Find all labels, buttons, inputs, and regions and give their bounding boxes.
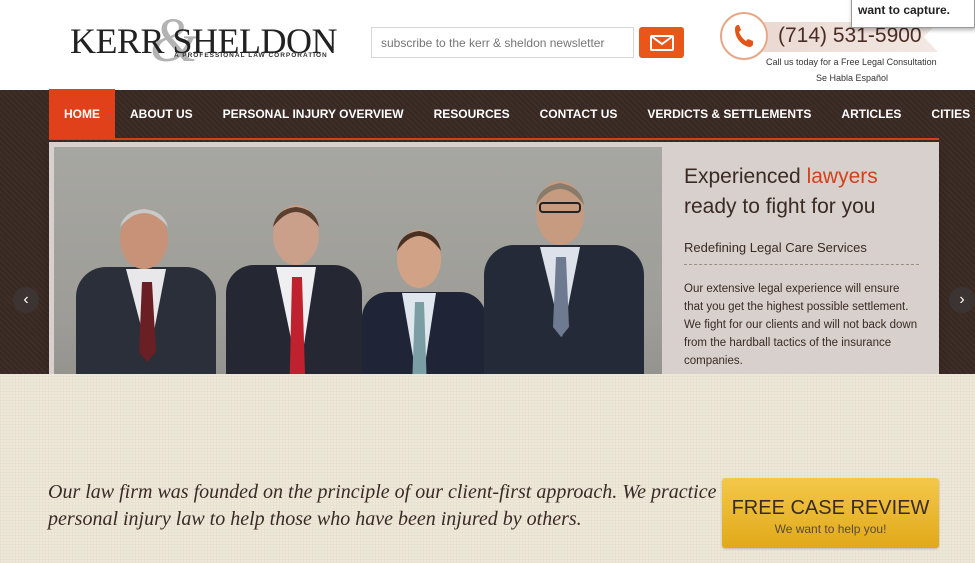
slide-body: Our extensive legal experience will ensu… bbox=[684, 283, 918, 367]
nav-item-home[interactable]: HOME bbox=[49, 89, 115, 139]
slider-next-button[interactable]: › bbox=[949, 287, 975, 313]
nav-item-verdicts-settlements[interactable]: VERDICTS & SETTLEMENTS bbox=[632, 89, 826, 139]
nav-item-resources[interactable]: RESOURCES bbox=[419, 89, 525, 139]
slider-prev-button[interactable]: ‹ bbox=[13, 287, 39, 313]
newsletter-submit-button[interactable] bbox=[639, 27, 684, 58]
main-nav: HOME ABOUT US PERSONAL INJURY OVERVIEW R… bbox=[49, 89, 970, 140]
cta-subtitle: We want to help you! bbox=[774, 522, 887, 536]
nav-item-contact-us[interactable]: CONTACT US bbox=[525, 89, 633, 139]
phone-call-text: Call us today for a Free Legal Consultat… bbox=[766, 57, 937, 67]
mail-icon bbox=[649, 34, 674, 51]
slide-heading-part1: Experienced bbox=[684, 165, 807, 188]
nav-item-articles[interactable]: ARTICLES bbox=[826, 89, 916, 139]
phone-icon bbox=[735, 25, 753, 47]
logo[interactable]: & KERR SHELDON A PROFESSIONAL LAW CORPOR… bbox=[70, 7, 338, 75]
slide-caption: Experienced lawyers ready to fight for y… bbox=[684, 162, 919, 370]
free-case-review-button[interactable]: FREE CASE REVIEW We want to help you! bbox=[722, 478, 939, 548]
slide-subheading: Redefining Legal Care Services bbox=[684, 240, 919, 265]
nav-item-cities[interactable]: CITIES bbox=[916, 89, 975, 139]
slide-heading-part2: ready to fight for you bbox=[684, 195, 876, 218]
chevron-left-icon: ‹ bbox=[23, 291, 29, 308]
logo-tagline: A PROFESSIONAL LAW CORPORATION bbox=[174, 52, 328, 59]
chevron-right-icon: › bbox=[959, 291, 965, 308]
phone-espanol-text: Se Habla Español bbox=[816, 73, 889, 83]
nav-item-personal-injury-overview[interactable]: PERSONAL INJURY OVERVIEW bbox=[208, 89, 419, 139]
cta-title: FREE CASE REVIEW bbox=[731, 497, 930, 519]
site-header: & KERR SHELDON A PROFESSIONAL LAW CORPOR… bbox=[0, 0, 975, 90]
slide-heading: Experienced lawyers ready to fight for y… bbox=[684, 162, 919, 222]
firm-tagline: Our law firm was founded on the principl… bbox=[48, 481, 717, 530]
nav-item-about-us[interactable]: ABOUT US bbox=[115, 89, 208, 139]
newsletter-input[interactable] bbox=[371, 27, 634, 58]
capture-tooltip: want to capture. bbox=[851, 0, 975, 28]
slide-heading-accent: lawyers bbox=[806, 165, 878, 188]
phone-icon-circle bbox=[720, 12, 768, 60]
